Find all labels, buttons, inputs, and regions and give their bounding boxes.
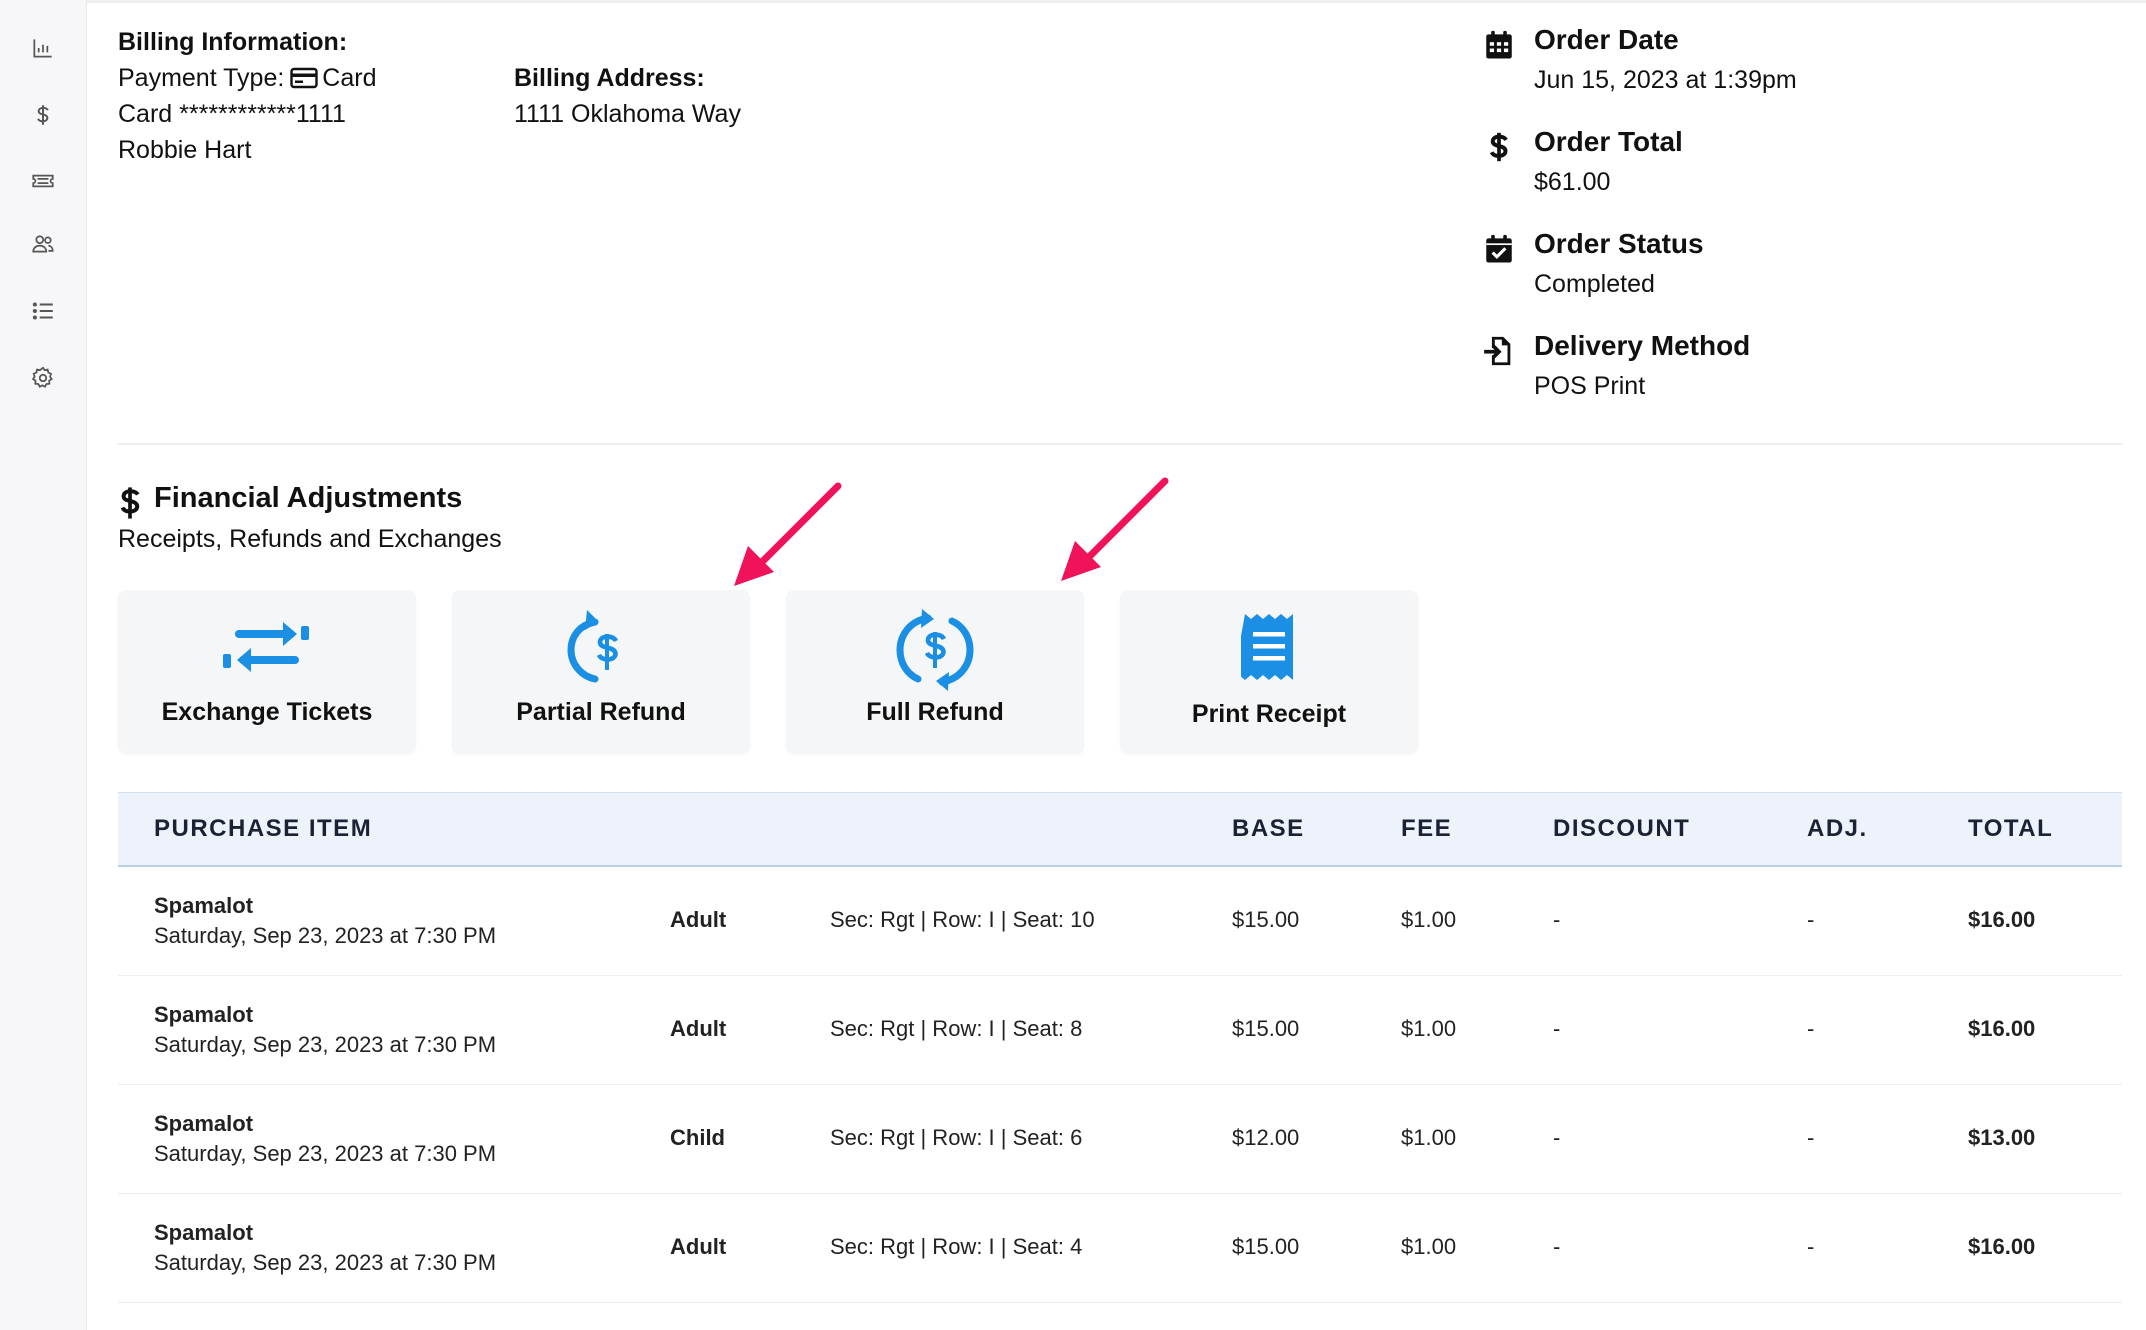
order-status-label: Order Status — [1534, 228, 1704, 259]
event-name: Spamalot — [154, 1002, 254, 1027]
seat-info: Sec: Rgt | Row: I | Seat: 10 — [830, 907, 1095, 932]
event-date: Saturday, Sep 23, 2023 at 7:30 PM — [154, 923, 497, 948]
adjustment: - — [1807, 1234, 1815, 1259]
header-base: BASE — [1232, 815, 1305, 842]
fee: $1.00 — [1401, 1016, 1457, 1041]
discount: - — [1553, 1016, 1561, 1041]
users-icon[interactable] — [29, 230, 57, 258]
fee: $1.00 — [1401, 1234, 1457, 1259]
event-name: Spamalot — [154, 893, 254, 918]
row-total: $16.00 — [1968, 1234, 2036, 1259]
file-import-icon — [1484, 336, 1511, 366]
sidebar — [0, 0, 87, 1330]
calendar-check-icon — [1486, 234, 1512, 263]
ticket-icon[interactable] — [29, 167, 57, 195]
order-status-value: Completed — [1534, 270, 1655, 298]
top-border — [86, 0, 2146, 3]
financial-adjustments-subtitle: Receipts, Refunds and Exchanges — [118, 525, 502, 553]
discount: - — [1553, 1125, 1561, 1150]
table-header: PURCHASE ITEM BASE FEE DISCOUNT ADJ. TOT… — [118, 792, 2122, 867]
ticket-type: Adult — [670, 1016, 727, 1041]
exchange-tickets-label: Exchange Tickets — [161, 698, 373, 726]
billing-heading: Billing Information: — [118, 28, 348, 56]
billing-address: Billing Address: 1111 Oklahoma Way — [514, 60, 741, 132]
billing-address-heading: Billing Address: — [514, 64, 705, 92]
event-date: Saturday, Sep 23, 2023 at 7:30 PM — [154, 1250, 497, 1275]
ticket-type: Adult — [670, 1234, 727, 1259]
fee: $1.00 — [1401, 907, 1457, 932]
order-date-value: Jun 15, 2023 at 1:39pm — [1534, 66, 1797, 94]
delivery-method-value: POS Print — [1534, 372, 1646, 400]
order-total-value: $61.00 — [1534, 168, 1611, 196]
event-date: Saturday, Sep 23, 2023 at 7:30 PM — [154, 1141, 497, 1166]
calendar-icon — [1486, 30, 1512, 59]
section-divider — [118, 443, 2122, 445]
base-price: $15.00 — [1232, 1234, 1300, 1259]
purchase-items-table: PURCHASE ITEM BASE FEE DISCOUNT ADJ. TOT… — [118, 792, 2122, 1303]
billing-information: Billing Information: Payment Type: Card … — [118, 24, 376, 168]
annotation-arrow-full-refund — [1061, 477, 1169, 581]
cardholder-name: Robbie Hart — [118, 136, 252, 164]
base-price: $15.00 — [1232, 907, 1300, 932]
adjustment: - — [1807, 907, 1815, 932]
base-price: $12.00 — [1232, 1125, 1300, 1150]
row-total: $16.00 — [1968, 907, 2036, 932]
credit-card-icon — [290, 67, 318, 89]
base-price: $15.00 — [1232, 1016, 1300, 1041]
card-number: Card ************1111 — [118, 100, 346, 128]
dollar-icon — [1489, 132, 1508, 162]
full-refund-icon — [896, 609, 974, 691]
ticket-type: Adult — [670, 907, 727, 932]
header-total: TOTAL — [1968, 815, 2054, 842]
table-row[interactable]: Spamalot Saturday, Sep 23, 2023 at 7:30 … — [118, 1085, 2122, 1194]
delivery-method-label: Delivery Method — [1534, 330, 1751, 361]
seat-info: Sec: Rgt | Row: I | Seat: 6 — [830, 1125, 1083, 1150]
annotation-arrow-partial-refund — [734, 482, 842, 586]
row-total: $16.00 — [1968, 1016, 2036, 1041]
event-name: Spamalot — [154, 1111, 254, 1136]
table-row[interactable]: Spamalot Saturday, Sep 23, 2023 at 7:30 … — [118, 867, 2122, 976]
print-receipt-button[interactable]: Print Receipt — [1120, 590, 1418, 754]
gear-icon[interactable] — [29, 364, 57, 392]
header-discount: DISCOUNT — [1553, 815, 1691, 842]
order-date-label: Order Date — [1534, 24, 1679, 55]
chart-icon[interactable] — [29, 34, 57, 62]
partial-refund-label: Partial Refund — [516, 698, 686, 726]
list-icon[interactable] — [29, 297, 57, 325]
dollar-icon[interactable] — [29, 101, 57, 129]
exchange-tickets-button[interactable]: Exchange Tickets — [118, 590, 416, 754]
payment-type-value: Card — [322, 64, 377, 92]
row-total: $13.00 — [1968, 1125, 2036, 1150]
header-fee: FEE — [1401, 815, 1453, 842]
dollar-icon — [120, 487, 140, 519]
table-row[interactable]: Spamalot Saturday, Sep 23, 2023 at 7:30 … — [118, 976, 2122, 1085]
adjustment: - — [1807, 1125, 1815, 1150]
event-date: Saturday, Sep 23, 2023 at 7:30 PM — [154, 1032, 497, 1057]
billing-address-value: 1111 Oklahoma Way — [514, 100, 741, 128]
header-adj: ADJ. — [1807, 815, 1868, 842]
payment-type-label: Payment Type: — [118, 64, 285, 92]
event-name: Spamalot — [154, 1220, 254, 1245]
full-refund-label: Full Refund — [866, 698, 1004, 726]
ticket-type: Child — [670, 1125, 725, 1150]
discount: - — [1553, 907, 1561, 932]
fee: $1.00 — [1401, 1125, 1457, 1150]
print-receipt-label: Print Receipt — [1191, 700, 1347, 728]
seat-info: Sec: Rgt | Row: I | Seat: 8 — [830, 1016, 1083, 1041]
seat-info: Sec: Rgt | Row: I | Seat: 4 — [830, 1234, 1083, 1259]
full-refund-button[interactable]: Full Refund — [786, 590, 1084, 754]
payment-type-row: Payment Type: Card — [118, 60, 376, 96]
discount: - — [1553, 1234, 1561, 1259]
table-row[interactable]: Spamalot Saturday, Sep 23, 2023 at 7:30 … — [118, 1194, 2122, 1303]
financial-adjustments-title: Financial Adjustments — [154, 482, 463, 514]
exchange-icon — [223, 622, 309, 672]
partial-refund-icon — [567, 610, 619, 683]
order-total-label: Order Total — [1534, 126, 1683, 157]
header-purchase-item: PURCHASE ITEM — [154, 815, 373, 842]
receipt-icon — [1241, 614, 1293, 680]
adjustment: - — [1807, 1016, 1815, 1041]
partial-refund-button[interactable]: Partial Refund — [452, 590, 750, 754]
